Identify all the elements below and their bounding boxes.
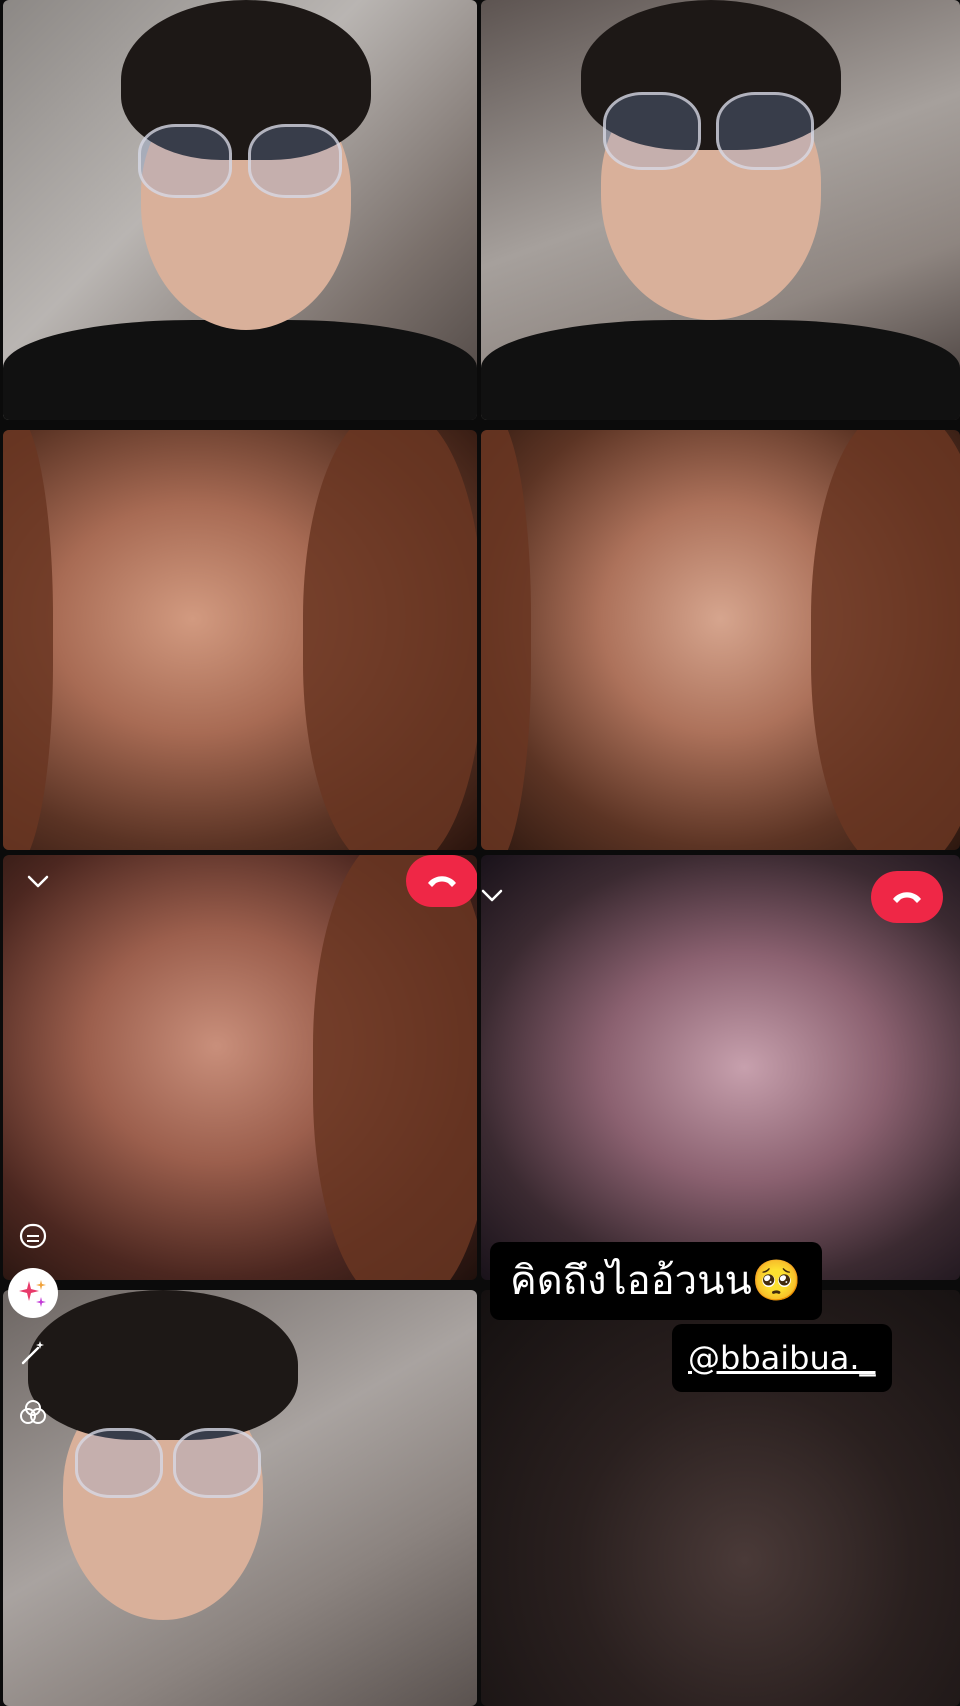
glasses (248, 124, 342, 198)
phone-hangup-icon (893, 892, 921, 903)
glasses (138, 124, 232, 198)
video-tile-5 (3, 855, 477, 1280)
video-tile-1 (3, 0, 477, 420)
person-shirt (3, 320, 477, 420)
glasses (75, 1428, 163, 1498)
person-hair (303, 430, 477, 850)
person-hair (811, 430, 960, 850)
video-tile-4 (481, 430, 960, 850)
video-tile-3 (3, 430, 477, 850)
story-caption[interactable]: คิดถึงไออ้วนน🥺 (490, 1242, 822, 1320)
person-hair (313, 855, 477, 1280)
magic-wand-button[interactable] (8, 1328, 58, 1378)
end-call-button[interactable] (406, 855, 477, 907)
caption-bubble-icon (19, 1223, 47, 1249)
video-tile-6 (481, 855, 960, 1280)
glasses (603, 92, 701, 170)
effects-button[interactable] (8, 1268, 58, 1318)
caption-button[interactable] (8, 1212, 58, 1262)
mention-sticker[interactable]: @bbaibua._ (672, 1324, 892, 1392)
person-shirt (481, 320, 960, 420)
magic-wand-icon (21, 1341, 44, 1365)
glasses (716, 92, 814, 170)
overlap-circles-icon (20, 1400, 46, 1424)
chevron-down-icon[interactable] (481, 889, 503, 903)
person-hair (28, 1290, 298, 1440)
video-tile-2 (481, 0, 960, 420)
filters-button[interactable] (8, 1388, 58, 1438)
end-call-button[interactable] (871, 871, 943, 923)
sparkles-icon (19, 1280, 46, 1307)
glasses (173, 1428, 261, 1498)
video-tile-7 (3, 1290, 477, 1706)
chevron-down-icon[interactable] (27, 875, 49, 889)
phone-hangup-icon (428, 876, 456, 887)
